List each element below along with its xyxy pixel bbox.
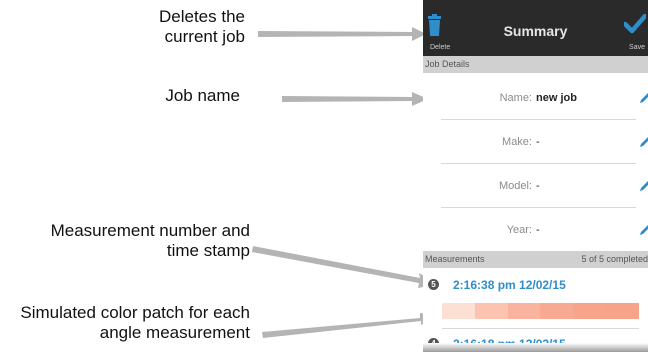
color-patch bbox=[540, 303, 574, 319]
color-patch bbox=[573, 303, 607, 319]
arrow-job-name bbox=[282, 92, 428, 106]
job-details-header: Job Details bbox=[423, 56, 648, 73]
field-label: Year: bbox=[506, 224, 532, 236]
color-patch-strip bbox=[442, 303, 639, 319]
divider bbox=[442, 328, 639, 329]
annotation-delete-job: Deletes the current job bbox=[159, 7, 245, 46]
field-label: Make: bbox=[502, 136, 532, 148]
measurements-count: 5 of 5 completed bbox=[581, 254, 648, 264]
edit-icon[interactable] bbox=[639, 92, 648, 104]
color-patch bbox=[606, 303, 639, 319]
job-details-title: Job Details bbox=[425, 59, 470, 69]
measurements-title: Measurements bbox=[425, 254, 485, 264]
save-button[interactable]: Save bbox=[604, 0, 648, 56]
job-name-field[interactable]: Name: new job bbox=[441, 75, 636, 120]
bottom-shadow bbox=[423, 343, 648, 352]
measurement-number-badge: 5 bbox=[428, 279, 439, 290]
model-field[interactable]: Model: - bbox=[441, 163, 636, 208]
app-screen: Delete Summary Save Job Details Name: ne… bbox=[423, 0, 648, 352]
arrow-measurement bbox=[252, 246, 438, 288]
annotation-color-patch: Simulated color patch for each angle mea… bbox=[20, 303, 250, 342]
field-value: new job bbox=[536, 92, 577, 104]
year-field[interactable]: Year: - bbox=[441, 207, 636, 252]
edit-icon[interactable] bbox=[639, 224, 648, 236]
arrow-delete bbox=[258, 27, 426, 41]
measurements-header: Measurements 5 of 5 completed bbox=[423, 251, 648, 268]
checkmark-icon bbox=[624, 14, 646, 34]
field-value: - bbox=[536, 224, 540, 236]
top-bar: Delete Summary Save bbox=[423, 0, 648, 56]
field-label: Model: bbox=[498, 180, 532, 192]
color-patch bbox=[474, 303, 508, 319]
measurement-timestamp: 2:16:38 pm 12/02/15 bbox=[453, 278, 566, 292]
annotation-measurement-number: Measurement number and time stamp bbox=[50, 221, 250, 260]
arrow-color-patch bbox=[262, 313, 438, 338]
annotation-job-name: Job name bbox=[165, 86, 240, 105]
make-field[interactable]: Make: - bbox=[441, 119, 636, 164]
field-value: - bbox=[536, 180, 540, 192]
field-label: Name: bbox=[499, 92, 532, 104]
edit-icon[interactable] bbox=[639, 136, 648, 148]
field-value: - bbox=[536, 136, 540, 148]
save-label: Save bbox=[629, 44, 645, 51]
color-patch bbox=[442, 303, 475, 319]
delete-label: Delete bbox=[430, 44, 451, 51]
color-patch bbox=[507, 303, 541, 319]
edit-icon[interactable] bbox=[639, 180, 648, 192]
